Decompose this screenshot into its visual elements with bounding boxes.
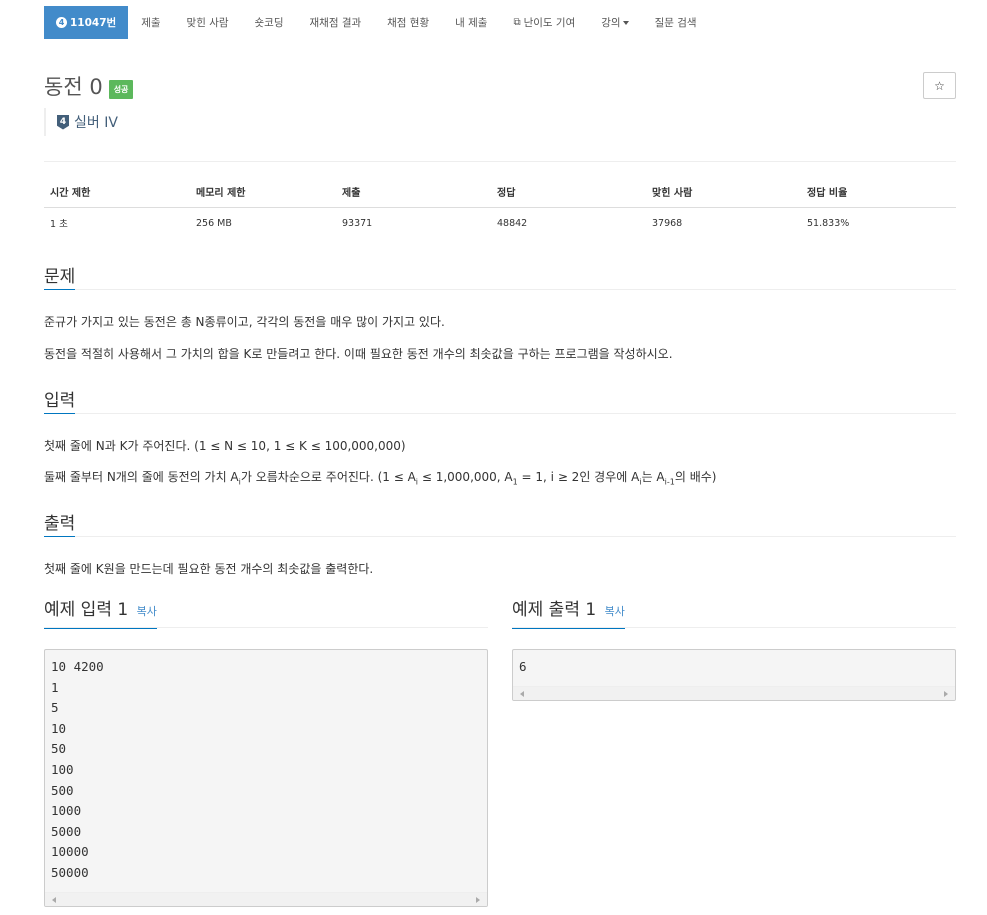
code-line: 100 — [51, 761, 74, 777]
sample-output-text: 6 — [513, 650, 955, 678]
code-line: 5 — [51, 700, 59, 716]
problem-paragraph: 준규가 가지고 있는 동전은 총 N종류이고, 각각의 동전을 매우 많이 가지… — [44, 315, 445, 329]
sample-input-title-text: 예제 입력 1 — [44, 600, 129, 620]
section-input-header: 입력 — [44, 392, 956, 414]
copy-input-link[interactable]: 복사 — [137, 605, 157, 618]
sample-input-text: 10 4200 1 5 10 50 100 500 1000 5000 10000 50000 — [45, 650, 487, 884]
output-paragraph: 첫째 줄에 K원을 만드는데 필요한 동전 개수의 최솟값을 출력한다. — [44, 562, 374, 576]
code-line: 50 — [51, 741, 67, 757]
code-line: 10 — [51, 720, 67, 736]
table-header-row: 시간 제한 메모리 제한 제출 정답 맞힌 사람 정답 비율 — [44, 177, 956, 208]
table-header: 정답 비율 — [801, 177, 956, 208]
text: 둘째 줄부터 N개의 줄에 동전의 가치 A — [44, 470, 239, 484]
horizontal-scrollbar[interactable] — [45, 892, 487, 906]
title-row: 동전 0 성공 — [44, 71, 134, 101]
nav-solvers[interactable]: 맞힌 사람 — [174, 6, 242, 39]
problem-nav: 4 11047번 제출 맞힌 사람 숏코딩 재채점 결과 채점 현황 내 제출 … — [44, 6, 956, 39]
scroll-left-icon[interactable] — [52, 897, 56, 903]
table-cell: 37968 — [652, 217, 683, 229]
code-line: 10000 — [51, 844, 89, 860]
text: 가 오름차순으로 주어진다. (1 ≤ A — [240, 470, 416, 484]
nav-problem-id[interactable]: 4 11047번 — [44, 6, 129, 39]
table-header: 제출 — [336, 177, 491, 208]
input-paragraph: 둘째 줄부터 N개의 줄에 동전의 가치 Ai가 오름차순으로 주어진다. (1… — [44, 468, 716, 486]
sample-input-box[interactable]: 10 4200 1 5 10 50 100 500 1000 5000 10000 50000 — [44, 649, 488, 907]
code-line: 1 — [51, 679, 59, 695]
problem-paragraph: 동전을 적절히 사용해서 그 가치의 합을 K로 만들려고 한다. 이때 필요한… — [44, 347, 673, 361]
divider — [44, 161, 956, 162]
text: 는 A — [641, 470, 665, 484]
table-cell: 48842 — [497, 217, 528, 229]
page-title: 동전 0 — [44, 75, 103, 99]
code-line: 1000 — [51, 803, 82, 819]
nav-status[interactable]: 채점 현황 — [374, 6, 442, 39]
nav-difficulty[interactable]: ⧉ 난이도 기여 — [500, 6, 588, 39]
copy-output-link[interactable]: 복사 — [605, 605, 625, 618]
code-line: 10 4200 — [51, 659, 104, 674]
sample-output-title-text: 예제 출력 1 — [512, 600, 597, 620]
table-header: 정답 — [491, 177, 646, 208]
tier-shield-icon: 4 — [57, 114, 69, 130]
nav-lectures-dropdown[interactable]: 강의 — [588, 6, 641, 39]
star-icon: ☆ — [934, 78, 945, 93]
table-header: 맞힌 사람 — [646, 177, 801, 208]
scroll-right-icon[interactable] — [476, 897, 480, 903]
sample-input-header: 예제 입력 1 복사 — [44, 600, 488, 629]
scroll-right-icon[interactable] — [944, 691, 948, 697]
section-output-header: 출력 — [44, 515, 956, 537]
nav-difficulty-label: 난이도 기여 — [523, 17, 576, 29]
table-cell: 51.833% — [807, 217, 850, 229]
code-line: 500 — [51, 782, 74, 798]
star-button[interactable]: ☆ — [923, 72, 956, 99]
table-cell: 1 초 — [50, 219, 68, 230]
nav-submit[interactable]: 제출 — [128, 6, 173, 39]
text: 의 배수) — [674, 470, 717, 484]
subscript: i-1 — [664, 477, 675, 487]
section-title: 출력 — [44, 515, 76, 537]
horizontal-scrollbar[interactable] — [513, 686, 955, 700]
sample-output-title: 예제 출력 1 복사 — [512, 600, 625, 629]
nav-lectures-label: 강의 — [601, 17, 621, 29]
tier-label: 실버 IV — [74, 115, 118, 131]
text: ≤ 1,000,000, A — [418, 470, 513, 484]
section-title: 입력 — [44, 392, 76, 414]
nav-problem-id-label: 11047번 — [70, 17, 117, 29]
section-title: 문제 — [44, 268, 76, 290]
nav-shortcoding[interactable]: 숏코딩 — [242, 6, 297, 39]
table-header: 메모리 제한 — [190, 177, 336, 208]
nav-rejudge[interactable]: 재채점 결과 — [297, 6, 375, 39]
caret-down-icon — [622, 20, 629, 25]
external-link-icon: ⧉ — [513, 17, 521, 28]
sample-input-title: 예제 입력 1 복사 — [44, 600, 157, 629]
table-row: 1 초 256 MB 93371 48842 37968 51.833% — [44, 208, 956, 239]
nav-question-search[interactable]: 질문 검색 — [642, 6, 710, 39]
section-problem-header: 문제 — [44, 268, 956, 290]
sample-output-header: 예제 출력 1 복사 — [512, 600, 956, 629]
text: = 1, i ≥ 2인 경우에 A — [517, 470, 640, 484]
table-cell: 256 MB — [196, 217, 232, 229]
problem-info-table: 시간 제한 메모리 제한 제출 정답 맞힌 사람 정답 비율 1 초 256 M… — [44, 177, 956, 238]
nav-my-submissions[interactable]: 내 제출 — [442, 6, 500, 39]
tier-icon: 4 — [56, 17, 67, 28]
status-badge: 성공 — [108, 79, 134, 99]
code-line: 5000 — [51, 823, 82, 839]
sample-output-box[interactable]: 6 — [512, 649, 956, 701]
table-cell: 93371 — [342, 217, 373, 229]
code-line: 50000 — [51, 864, 89, 880]
scroll-left-icon[interactable] — [520, 691, 524, 697]
table-header: 시간 제한 — [44, 177, 190, 208]
input-paragraph: 첫째 줄에 N과 K가 주어진다. (1 ≤ N ≤ 10, 1 ≤ K ≤ 1… — [44, 439, 406, 453]
code-line: 6 — [519, 659, 527, 674]
problem-tier[interactable]: 4 실버 IV — [44, 108, 118, 136]
